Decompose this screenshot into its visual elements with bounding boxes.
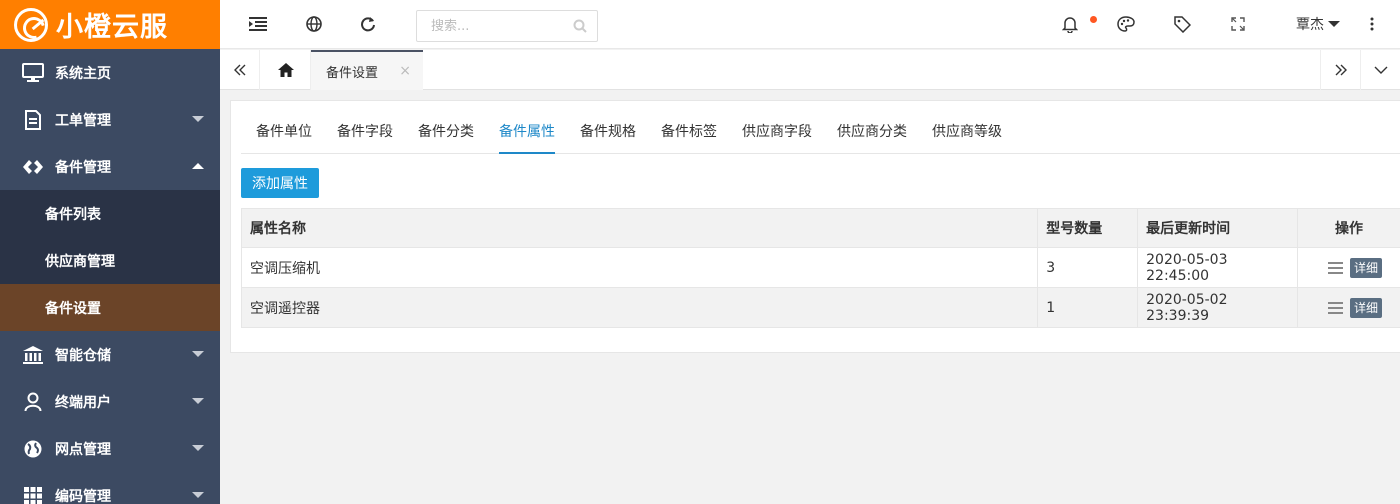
detail-button[interactable]: 详细 (1349, 297, 1382, 318)
close-icon[interactable]: × (399, 63, 411, 79)
sidebar-item-parts-list[interactable]: 备件列表 (0, 190, 220, 237)
logo[interactable]: 小橙云服 (0, 0, 220, 49)
content-card: 备件单位 备件字段 备件分类 备件属性 备件规格 备件标签 供应商字段 供应商分… (230, 100, 1400, 353)
cell-actions: 详细 (1297, 247, 1400, 288)
sidebar-item-end-users[interactable]: 终端用户 (0, 378, 220, 425)
chevron-down-icon (192, 445, 204, 451)
sidebar-item-warehouse[interactable]: 智能仓储 (0, 331, 220, 378)
cell-name: 空调压缩机 (240, 247, 1039, 288)
search-box (416, 10, 598, 42)
subtab-specs[interactable]: 备件规格 (580, 115, 636, 154)
column-header-actions: 操作 (1297, 208, 1400, 248)
chevron-down-icon (1328, 21, 1340, 27)
cell-updated: 2020-05-03 22:45:00 (1137, 247, 1299, 288)
subtab-supplier-fields[interactable]: 供应商字段 (742, 115, 812, 154)
sidebar-item-parts[interactable]: 备件管理 (0, 143, 220, 190)
sidebar-item-workorders[interactable]: 工单管理 (0, 96, 220, 143)
user-menu[interactable]: 覃杰 (1296, 14, 1340, 34)
settings-subtabs: 备件单位 备件字段 备件分类 备件属性 备件规格 备件标签 供应商字段 供应商分… (241, 115, 1400, 154)
add-attribute-button[interactable]: 添加属性 (241, 168, 319, 198)
sidebar-item-home[interactable]: 系统主页 (0, 49, 220, 96)
document-icon (20, 109, 46, 131)
tab-label: 备件设置 (326, 65, 379, 81)
sidebar-item-label: 网点管理 (55, 441, 111, 458)
double-chevron-right-icon (1335, 64, 1347, 76)
parts-submenu: 备件列表 供应商管理 备件设置 (0, 190, 220, 331)
website-globe-icon[interactable] (304, 14, 324, 34)
scroll-tabs-right-button[interactable] (1320, 50, 1360, 90)
search-icon[interactable] (573, 19, 587, 37)
subtab-units[interactable]: 备件单位 (256, 115, 312, 154)
detail-button[interactable]: 详细 (1349, 257, 1382, 278)
sidebar-item-label: 供应商管理 (45, 253, 115, 270)
search-input[interactable] (417, 11, 557, 41)
sidebar-item-suppliers[interactable]: 供应商管理 (0, 237, 220, 284)
tag-icon[interactable] (1172, 14, 1192, 34)
grid-icon (20, 485, 46, 504)
theme-palette-icon[interactable] (1116, 14, 1136, 34)
subtab-supplier-categories[interactable]: 供应商分类 (837, 115, 907, 154)
subtab-supplier-levels[interactable]: 供应商等级 (932, 115, 1002, 154)
sidebar-item-outlets[interactable]: 网点管理 (0, 425, 220, 472)
sidebar-item-label: 备件列表 (45, 206, 101, 223)
drag-handle-icon[interactable] (1327, 301, 1343, 314)
chevron-down-icon (1374, 66, 1387, 74)
page-tab-bar: 备件设置 × (220, 50, 1400, 90)
subtab-categories[interactable]: 备件分类 (418, 115, 474, 154)
chevron-up-icon (192, 163, 204, 169)
table-row[interactable]: 空调压缩机 3 2020-05-03 22:45:00 详细 (240, 247, 1400, 288)
refresh-icon[interactable] (358, 14, 378, 34)
chevron-down-icon (192, 492, 204, 498)
sidebar-item-label: 终端用户 (55, 394, 111, 411)
sidebar-item-codes[interactable]: 编码管理 (0, 472, 220, 504)
tab-parts-settings[interactable]: 备件设置 × (311, 50, 423, 90)
collapse-menu-icon[interactable] (248, 14, 268, 34)
subtab-attributes[interactable]: 备件属性 (499, 115, 555, 154)
home-tab[interactable] (261, 50, 311, 90)
sidebar-item-label: 系统主页 (55, 65, 111, 82)
sidebar-item-label: 备件管理 (55, 159, 111, 176)
bell-icon[interactable] (1060, 14, 1080, 34)
sidebar-item-label: 编码管理 (55, 488, 111, 504)
column-header-count[interactable]: 型号数量 (1037, 208, 1139, 248)
cell-updated: 2020-05-02 23:39:39 (1137, 287, 1299, 328)
cell-count: 3 (1037, 247, 1139, 288)
fullscreen-icon[interactable] (1228, 14, 1248, 34)
column-header-name[interactable]: 属性名称 (240, 208, 1039, 248)
user-icon (20, 391, 46, 413)
diamond-link-icon (20, 156, 46, 178)
subtab-fields[interactable]: 备件字段 (337, 115, 393, 154)
double-chevron-left-icon (233, 64, 245, 76)
user-name: 覃杰 (1296, 17, 1324, 33)
orange-logo-icon (14, 7, 48, 42)
notification-dot (1090, 16, 1097, 23)
sidebar-item-parts-settings[interactable]: 备件设置 (0, 284, 220, 331)
table-header-row: 属性名称 型号数量 最后更新时间 操作 (240, 208, 1400, 248)
sidebar: 小橙云服 系统主页 工单管理 备件管理 备件列表 供应商管理 备件设置 智能仓储 (0, 0, 220, 504)
scroll-tabs-left-button[interactable] (220, 50, 260, 90)
bank-icon (20, 344, 46, 366)
column-header-updated[interactable]: 最后更新时间 (1137, 208, 1299, 248)
sidebar-item-label: 智能仓储 (55, 347, 111, 364)
subtab-tags[interactable]: 备件标签 (661, 115, 717, 154)
brand-name: 小橙云服 (56, 12, 168, 43)
chevron-down-icon (192, 351, 204, 357)
monitor-icon (20, 62, 46, 84)
tab-options-button[interactable] (1360, 50, 1400, 90)
sidebar-item-label: 备件设置 (45, 300, 101, 317)
globe-icon (20, 438, 46, 460)
attributes-table: 属性名称 型号数量 最后更新时间 操作 空调压缩机 3 2020-05-03 2… (240, 208, 1400, 328)
cell-name: 空调遥控器 (240, 287, 1039, 328)
chevron-down-icon (192, 398, 204, 404)
top-header: 覃杰 (220, 0, 1400, 49)
drag-handle-icon[interactable] (1327, 261, 1343, 274)
table-row[interactable]: 空调遥控器 1 2020-05-02 23:39:39 详细 (240, 287, 1400, 328)
chevron-down-icon (192, 116, 204, 122)
cell-count: 1 (1037, 287, 1139, 328)
home-icon (277, 63, 294, 77)
more-vertical-icon[interactable] (1362, 14, 1382, 34)
cell-actions: 详细 (1297, 287, 1400, 328)
sidebar-item-label: 工单管理 (55, 112, 111, 129)
